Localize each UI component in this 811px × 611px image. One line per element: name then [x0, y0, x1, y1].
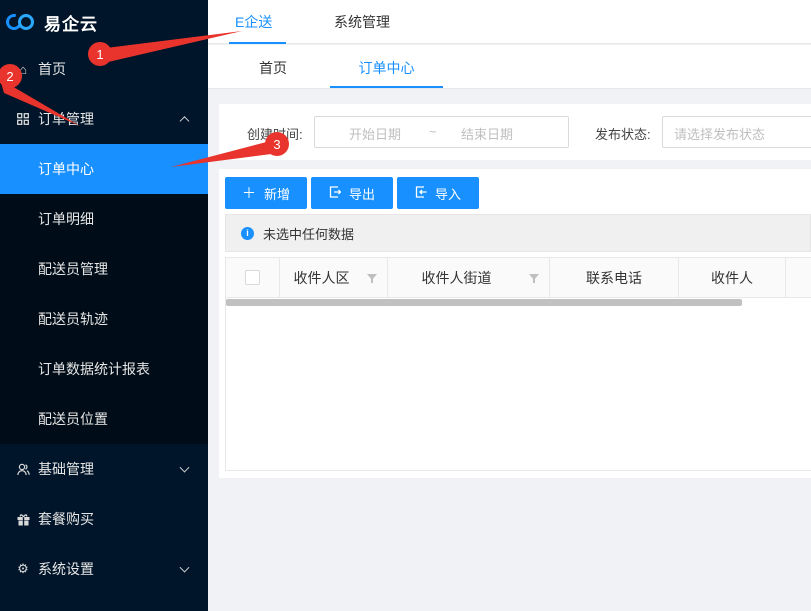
menu-package-purchase-label: 套餐购买 [38, 511, 94, 527]
user-icon [16, 462, 30, 476]
export-icon [329, 185, 342, 201]
menu-basic-management[interactable]: 基础管理 [0, 444, 208, 494]
select-all-cell [226, 258, 280, 298]
top-nav: E企送 系统管理 [208, 0, 811, 44]
gift-icon [16, 512, 30, 526]
menu-home-label: 首页 [38, 61, 66, 77]
publish-status-label: 发布状态: [595, 127, 651, 142]
column-contact-phone-label: 联系电话 [586, 270, 642, 286]
selection-alert: i 未选中任何数据 [225, 214, 811, 252]
home-icon: ⌂ [19, 61, 27, 77]
column-recipient-district-label: 收件人区 [293, 270, 350, 286]
import-icon [415, 185, 427, 201]
search-panel: 创建时间: 开始日期 ~ 结束日期 发布状态: 请选择发布状态 [219, 104, 811, 160]
menu-order-management[interactable]: 订单管理 [0, 94, 208, 144]
menu-home[interactable]: ⌂ 首页 [0, 44, 208, 94]
submenu-order-stats-report[interactable]: 订单数据统计报表 [0, 344, 208, 394]
column-recipient[interactable]: 收件人 [679, 258, 786, 298]
filter-icon[interactable] [367, 274, 377, 283]
menu-package-purchase[interactable]: 套餐购买 [0, 494, 208, 544]
column-recipient-street[interactable]: 收件人街道 [388, 258, 550, 298]
grid-icon [16, 112, 30, 126]
export-button[interactable]: 导出 [311, 177, 393, 209]
orders-table: 收件人区 收件人街道 联系电话 收件人 [225, 257, 811, 471]
column-recipient-street-label: 收件人街道 [421, 270, 492, 286]
menu-basic-management-label: 基础管理 [38, 461, 94, 477]
submenu-courier-track[interactable]: 配送员轨迹 [0, 294, 208, 344]
menu-system-settings-label: 系统设置 [38, 561, 94, 577]
selection-alert-text: 未选中任何数据 [263, 226, 355, 242]
top-tab-system-management[interactable]: 系统管理 [334, 0, 390, 44]
chevron-down-icon [179, 562, 190, 573]
filter-icon[interactable] [529, 274, 539, 283]
select-all-checkbox[interactable] [245, 270, 260, 285]
menu-system-settings[interactable]: ⚙ 系统设置 [0, 544, 208, 594]
menu-order-management-label: 订单管理 [38, 111, 94, 127]
export-button-label: 导出 [348, 186, 375, 202]
gear-icon: ⚙ [17, 561, 29, 576]
logo-icon [3, 11, 36, 33]
order-submenu: 订单中心 订单明细 配送员管理 配送员轨迹 订单数据统计报表 配送员位置 [0, 144, 208, 444]
end-date-placeholder: 结束日期 [461, 127, 514, 142]
submenu-courier-location[interactable]: 配送员位置 [0, 394, 208, 444]
add-button-label: 新增 [263, 186, 290, 202]
column-recipient-label: 收件人 [711, 270, 753, 286]
page-tabs: 首页 订单中心 [208, 45, 811, 89]
import-button-label: 导入 [434, 186, 461, 202]
sidebar: 易企云 ⌂ 首页 订单管理 订单中心 订单明细 配送员管理 配送员轨迹 订单数据… [0, 0, 208, 611]
start-date-placeholder: 开始日期 [349, 127, 402, 142]
info-icon: i [241, 226, 254, 240]
chevron-up-icon [179, 116, 190, 127]
add-button[interactable]: ＋ 新增 [225, 177, 307, 209]
created-date-range-input[interactable]: 开始日期 ~ 结束日期 [314, 116, 569, 148]
app-name: 易企云 [44, 14, 98, 34]
publish-status-select[interactable]: 请选择发布状态 [662, 116, 811, 148]
horizontal-scrollbar[interactable] [226, 299, 742, 306]
created-time-label: 创建时间: [247, 127, 303, 142]
submenu-order-detail[interactable]: 订单明细 [0, 194, 208, 244]
table-panel: ＋ 新增 导出 导入 i 未选中任何数据 收件人区 收件人街道 联系电话 收件人 [219, 169, 811, 478]
plus-icon: ＋ [241, 185, 256, 201]
import-button[interactable]: 导入 [397, 177, 479, 209]
submenu-order-center[interactable]: 订单中心 [0, 144, 208, 194]
submenu-courier-management[interactable]: 配送员管理 [0, 244, 208, 294]
page-tab-order-center[interactable]: 订单中心 [330, 45, 443, 88]
date-range-separator: ~ [429, 124, 437, 139]
column-contact-phone[interactable]: 联系电话 [550, 258, 679, 298]
chevron-down-icon [179, 462, 190, 473]
table-header: 收件人区 收件人街道 联系电话 收件人 [226, 258, 811, 298]
page-tab-home[interactable]: 首页 [243, 45, 303, 88]
top-tab-e-delivery[interactable]: E企送 [229, 0, 286, 44]
logo: 易企云 [0, 0, 208, 44]
